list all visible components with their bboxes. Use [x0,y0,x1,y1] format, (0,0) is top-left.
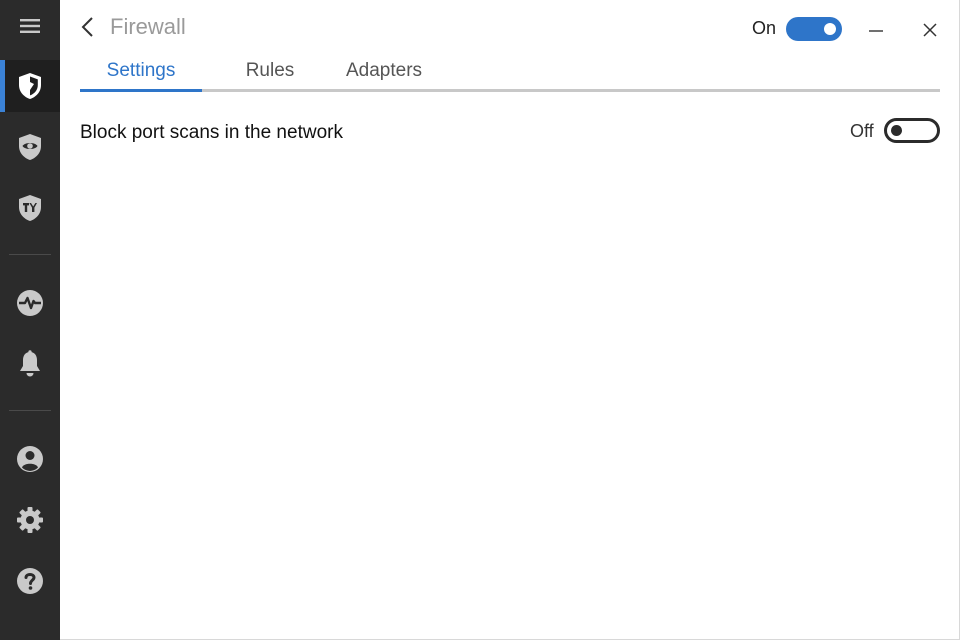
setting-label-block-port-scans: Block port scans in the network [80,122,343,143]
tab-settings[interactable]: Settings [80,56,202,89]
setting-state-label: Off [850,121,874,141]
main-panel: Firewall On Settings Rules Adapters Bloc… [60,0,960,640]
activity-pulse-icon [17,290,43,316]
tab-bar: Settings Rules Adapters [80,56,940,92]
bell-icon [20,350,40,377]
close-button[interactable] [914,14,946,46]
help-question-icon [17,568,43,594]
user-account-icon [17,446,43,472]
gear-icon [17,507,43,533]
shield-icon [19,73,41,99]
sidebar [0,0,60,640]
sidebar-item-tools[interactable] [0,182,60,234]
block-port-scans-toggle[interactable] [884,118,940,143]
firewall-state-label: On [752,18,777,38]
shield-tools-icon [19,195,41,221]
chevron-left-icon [81,17,93,37]
sidebar-item-protection[interactable] [0,60,60,112]
toggle-knob [824,23,836,35]
tab-rules[interactable]: Rules [220,56,320,89]
tab-bar-divider [80,89,940,92]
sidebar-item-privacy[interactable] [0,121,60,173]
sidebar-item-settings[interactable] [0,494,60,546]
toggle-knob [891,125,902,136]
sidebar-item-activity[interactable] [0,277,60,329]
minimize-button[interactable] [860,14,892,46]
tab-adapters[interactable]: Adapters [328,56,440,89]
menu-button[interactable] [0,0,60,52]
minimize-icon [869,30,883,32]
sidebar-item-account[interactable] [0,433,60,485]
hamburger-menu-icon [20,19,40,33]
sidebar-item-help[interactable] [0,555,60,607]
shield-eye-icon [19,134,41,160]
close-icon [923,23,937,37]
sidebar-item-notifications[interactable] [0,338,60,390]
back-button[interactable] [74,12,102,42]
sidebar-divider [9,410,51,411]
page-title: Firewall [110,14,186,39]
sidebar-divider [9,254,51,255]
active-tab-indicator [80,89,202,92]
firewall-master-toggle[interactable] [786,17,842,41]
